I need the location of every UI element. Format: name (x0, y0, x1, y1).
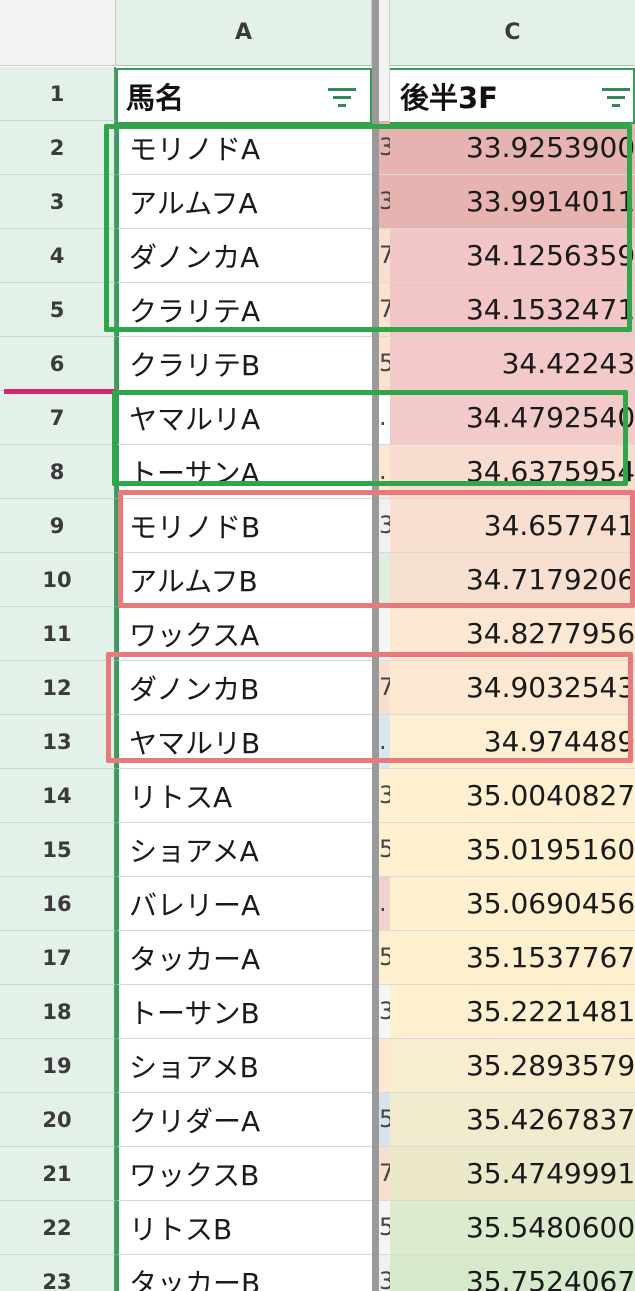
row-header[interactable]: 15 (0, 823, 116, 877)
row-header[interactable]: 14 (0, 769, 116, 823)
row-header[interactable]: 5 (0, 283, 116, 337)
cell-last3f-value: 35.47499919 (465, 1157, 635, 1190)
cell-name[interactable]: リトスA (116, 769, 372, 823)
cell-last3f[interactable]: 35.00408274 (390, 769, 635, 823)
cell-last3f-value: 35.54806001 (465, 1211, 635, 1244)
row-header[interactable]: 23 (0, 1255, 116, 1291)
cell-b[interactable]: 3 (379, 769, 394, 823)
header-cell-last3f[interactable]: 後半3F (390, 68, 635, 124)
row-header[interactable]: 18 (0, 985, 116, 1039)
row-header[interactable]: 22 (0, 1201, 116, 1255)
cell-last3f[interactable]: 35.75240673 (390, 1255, 635, 1291)
row-header[interactable]: 7 (0, 391, 116, 445)
header-name-label: 馬名 (126, 81, 185, 115)
cell-last3f[interactable]: 35.42678378 (390, 1093, 635, 1147)
cell-name[interactable]: ショアメB (116, 1039, 372, 1093)
row-header[interactable]: 19 (0, 1039, 116, 1093)
cell-last3f[interactable]: 35.28935799 (390, 1039, 635, 1093)
row-header[interactable]: 17 (0, 931, 116, 985)
cell-last3f[interactable]: 35.01951601 (390, 823, 635, 877)
cell-last3f-value: 35.06904562 (465, 887, 635, 920)
cell-last3f-value: 34.82779569 (465, 617, 635, 650)
cell-b[interactable]: . (379, 877, 390, 931)
filter-icon[interactable] (328, 88, 356, 108)
header-last3f-label: 後半3F (400, 81, 498, 115)
cell-last3f[interactable]: 35.47499919 (390, 1147, 635, 1201)
row-header[interactable]: 16 (0, 877, 116, 931)
cell-name[interactable]: ワックスB (116, 1147, 372, 1201)
cell-name[interactable]: ショアメA (116, 823, 372, 877)
cell-b[interactable]: 3 (379, 1255, 394, 1291)
cell-last3f-value: 34.422434 (501, 347, 635, 380)
row-header[interactable]: 10 (0, 553, 116, 607)
red-highlight-box (106, 652, 633, 763)
spreadsheet: A C 1 2 モリノドA 3 33.92539009 3 アルムフA 3 33.9914011… (0, 0, 635, 1291)
cell-last3f-value: 35.01951601 (465, 833, 635, 866)
row-header[interactable]: 4 (0, 229, 116, 283)
cell-last3f[interactable]: 35.22214817 (390, 985, 635, 1039)
header-cell-name[interactable]: 馬名 (116, 68, 372, 124)
row-header[interactable]: 20 (0, 1093, 116, 1147)
column-header-a[interactable]: A (116, 0, 372, 66)
cell-last3f[interactable]: 35.15377675 (390, 931, 635, 985)
filter-icon[interactable] (602, 88, 630, 108)
cell-b-text: . (379, 889, 387, 917)
cell-b[interactable]: 5 (379, 823, 394, 877)
cell-name[interactable]: タッカーB (116, 1255, 372, 1291)
column-header-c[interactable]: C (390, 0, 635, 66)
cell-last3f[interactable]: 34.422434 (390, 337, 635, 391)
green-highlight-box (104, 124, 632, 332)
divider-line (4, 389, 116, 394)
cell-name[interactable]: タッカーA (116, 931, 372, 985)
green-highlight-box (112, 390, 628, 486)
row-header[interactable]: 11 (0, 607, 116, 661)
cell-last3f-value: 35.15377675 (465, 941, 635, 974)
cell-last3f[interactable]: 35.54806001 (390, 1201, 635, 1255)
row-header[interactable]: 1 (0, 67, 116, 121)
row-header[interactable]: 8 (0, 445, 116, 499)
red-highlight-box (118, 490, 635, 608)
cell-last3f-value: 35.42678378 (465, 1103, 635, 1136)
cell-name[interactable]: クリダーA (116, 1093, 372, 1147)
cell-b[interactable]: 5 (379, 337, 394, 391)
cell-last3f-value: 35.75240673 (465, 1265, 635, 1291)
cell-last3f-value: 35.22214817 (465, 995, 635, 1028)
row-header[interactable]: 12 (0, 661, 116, 715)
cell-b[interactable]: 5 (379, 931, 394, 985)
cell-b[interactable]: 5 (379, 1093, 394, 1147)
row-header[interactable]: 9 (0, 499, 116, 553)
cell-name[interactable]: クラリテB (116, 337, 372, 391)
cell-last3f-value: 35.28935799 (465, 1049, 635, 1082)
row-header[interactable]: 13 (0, 715, 116, 769)
cell-name[interactable]: リトスB (116, 1201, 372, 1255)
row-header[interactable]: 3 (0, 175, 116, 229)
cell-b[interactable]: 5 (379, 1201, 394, 1255)
row-header[interactable]: 21 (0, 1147, 116, 1201)
cell-last3f-value: 35.00408274 (465, 779, 635, 812)
cell-b[interactable]: 7 (379, 1147, 394, 1201)
cell-last3f[interactable]: 35.06904562 (390, 877, 635, 931)
cell-name[interactable]: トーサンB (116, 985, 372, 1039)
cell-b[interactable] (379, 1039, 390, 1093)
row-header[interactable]: 6 (0, 337, 116, 391)
select-all-corner[interactable] (0, 0, 116, 66)
cell-b[interactable]: 3 (379, 985, 394, 1039)
row-header[interactable]: 2 (0, 121, 116, 175)
cell-name[interactable]: バレリーA (116, 877, 372, 931)
